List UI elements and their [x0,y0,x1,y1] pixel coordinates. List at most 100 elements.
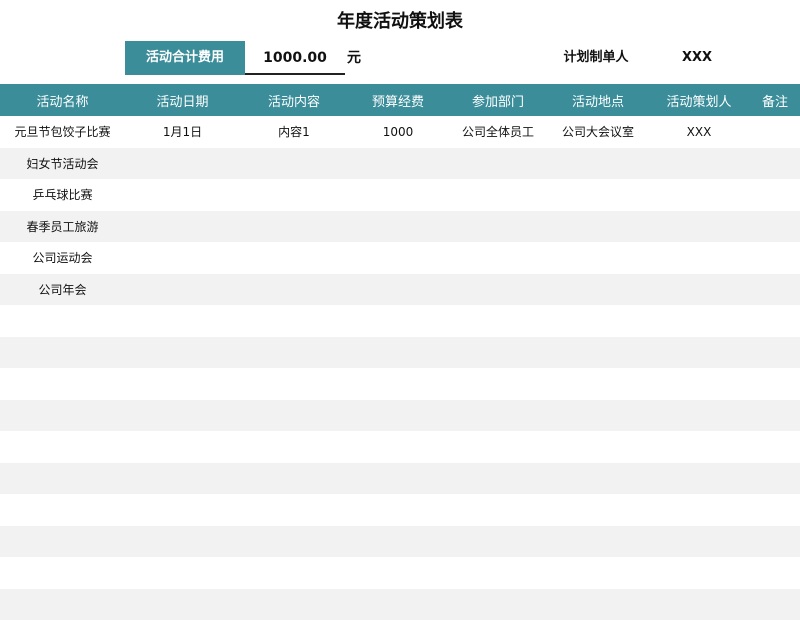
cell-remarks[interactable] [750,399,800,431]
cell-activity-name[interactable]: 公司年会 [0,273,125,305]
cell-budget[interactable] [348,147,448,179]
cell-planner[interactable]: XXX [648,116,750,148]
cell-activity-name[interactable] [0,431,125,463]
cell-department[interactable] [448,336,548,368]
cell-activity-date[interactable] [125,525,240,557]
column-header-remarks[interactable]: 备注 [750,84,800,116]
cell-remarks[interactable] [750,273,800,305]
cell-location[interactable]: 公司大会议室 [548,116,648,148]
cell-budget[interactable]: 1000 [348,116,448,148]
cell-planner[interactable] [648,431,750,463]
cell-planner[interactable] [648,147,750,179]
cell-location[interactable] [548,147,648,179]
cell-activity-name[interactable]: 元旦节包饺子比赛 [0,116,125,148]
cell-budget[interactable] [348,305,448,337]
cell-remarks[interactable] [750,210,800,242]
cell-department[interactable] [448,179,548,211]
cell-budget[interactable] [348,242,448,274]
column-header-activity-date[interactable]: 活动日期 [125,84,240,116]
cell-activity-content[interactable] [240,399,348,431]
cell-planner[interactable] [648,336,750,368]
cell-department[interactable] [448,147,548,179]
cell-activity-content[interactable] [240,242,348,274]
cell-remarks[interactable] [750,147,800,179]
cell-activity-name[interactable] [0,525,125,557]
cell-location[interactable] [548,336,648,368]
cell-planner[interactable] [648,525,750,557]
cell-remarks[interactable] [750,525,800,557]
cell-activity-date[interactable] [125,273,240,305]
cell-activity-content[interactable]: 内容1 [240,116,348,148]
column-header-location[interactable]: 活动地点 [548,84,648,116]
cell-activity-date[interactable] [125,305,240,337]
cell-budget[interactable] [348,399,448,431]
cell-activity-name[interactable] [0,462,125,494]
cell-planner[interactable] [648,557,750,589]
cell-activity-content[interactable] [240,525,348,557]
cell-location[interactable] [548,557,648,589]
cell-activity-date[interactable] [125,494,240,526]
cell-remarks[interactable] [750,494,800,526]
column-header-department[interactable]: 参加部门 [448,84,548,116]
cell-budget[interactable] [348,557,448,589]
cell-activity-date[interactable] [125,462,240,494]
cell-activity-content[interactable] [240,557,348,589]
cell-remarks[interactable] [750,336,800,368]
cell-budget[interactable] [348,273,448,305]
cell-remarks[interactable] [750,242,800,274]
cell-activity-content[interactable] [240,431,348,463]
cell-activity-date[interactable] [125,557,240,589]
cell-planner[interactable] [648,494,750,526]
cell-activity-date[interactable] [125,368,240,400]
cell-activity-content[interactable] [240,147,348,179]
cell-location[interactable] [548,210,648,242]
cell-planner[interactable] [648,179,750,211]
cell-activity-name[interactable] [0,588,125,620]
cell-planner[interactable] [648,588,750,620]
cell-activity-content[interactable] [240,210,348,242]
cell-department[interactable] [448,462,548,494]
cell-location[interactable] [548,431,648,463]
cell-activity-name[interactable]: 妇女节活动会 [0,147,125,179]
cell-planner[interactable] [648,210,750,242]
cell-activity-content[interactable] [240,305,348,337]
total-cost-value[interactable]: 1000.00 [245,41,345,75]
cell-planner[interactable] [648,242,750,274]
cell-location[interactable] [548,525,648,557]
cell-department[interactable] [448,588,548,620]
cell-department[interactable] [448,368,548,400]
cell-activity-date[interactable] [125,242,240,274]
cell-budget[interactable] [348,462,448,494]
cell-activity-date[interactable] [125,399,240,431]
cell-department[interactable] [448,494,548,526]
cell-department[interactable] [448,305,548,337]
cell-activity-content[interactable] [240,588,348,620]
cell-activity-date[interactable] [125,431,240,463]
cell-activity-content[interactable] [240,462,348,494]
cell-remarks[interactable] [750,588,800,620]
cell-activity-name[interactable]: 乒乓球比赛 [0,179,125,211]
cell-location[interactable] [548,242,648,274]
cell-location[interactable] [548,179,648,211]
cell-budget[interactable] [348,179,448,211]
cell-department[interactable]: 公司全体员工 [448,116,548,148]
cell-budget[interactable] [348,431,448,463]
cell-activity-name[interactable] [0,557,125,589]
cell-location[interactable] [548,305,648,337]
cell-activity-content[interactable] [240,179,348,211]
cell-activity-date[interactable] [125,588,240,620]
cell-department[interactable] [448,399,548,431]
cell-planner[interactable] [648,368,750,400]
cell-remarks[interactable] [750,368,800,400]
cell-budget[interactable] [348,588,448,620]
cell-activity-date[interactable] [125,147,240,179]
cell-activity-date[interactable] [125,210,240,242]
cell-remarks[interactable] [750,462,800,494]
planner-value[interactable]: XXX [650,41,744,75]
cell-activity-content[interactable] [240,494,348,526]
cell-budget[interactable] [348,494,448,526]
cell-activity-name[interactable] [0,305,125,337]
cell-activity-content[interactable] [240,273,348,305]
cell-department[interactable] [448,273,548,305]
cell-department[interactable] [448,525,548,557]
